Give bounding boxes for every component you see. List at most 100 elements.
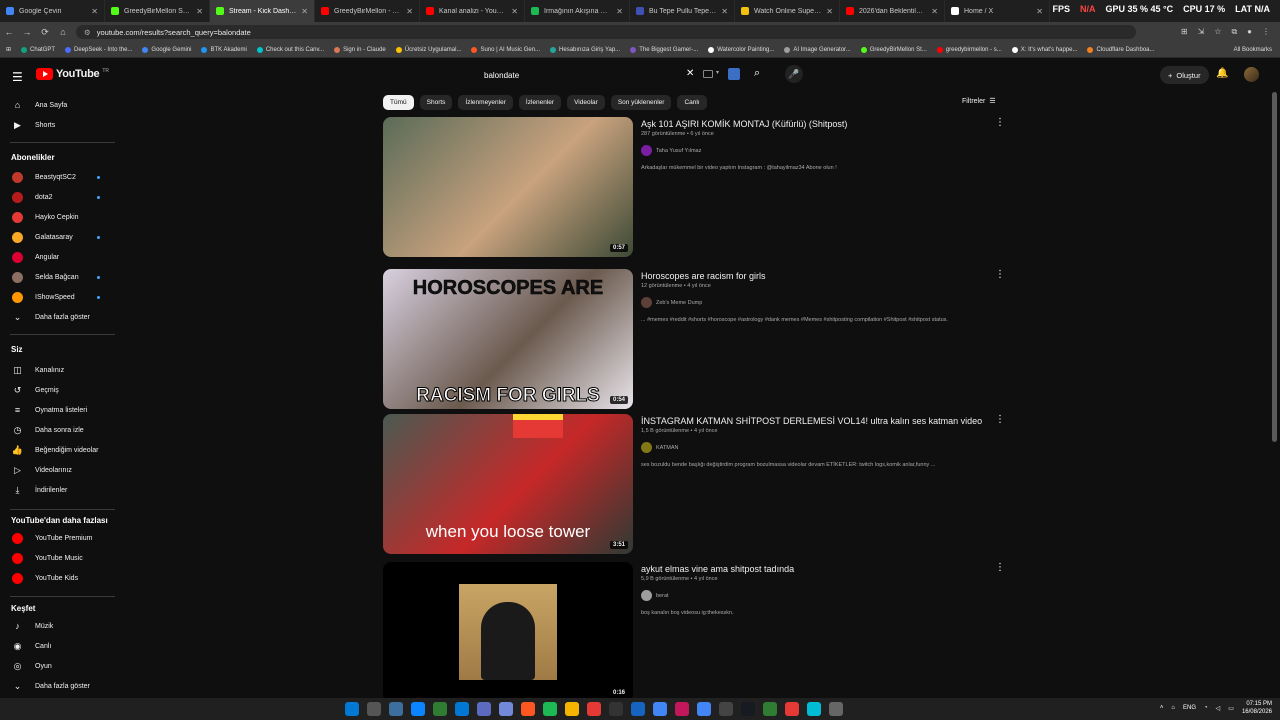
bookmark-item[interactable]: Watercolor Painting... (708, 46, 774, 53)
browser-tab[interactable]: Kanal analizi - YouTube St ✕ (420, 0, 525, 22)
sidebar-item-channel[interactable]: ◫ Kanalınız (0, 360, 114, 380)
tab-close-icon[interactable]: ✕ (721, 7, 728, 16)
apps-icon[interactable]: ⊞ (6, 46, 11, 53)
sidebar-youtube-app[interactable]: YouTube Kids (0, 568, 114, 588)
all-bookmarks-button[interactable]: All Bookmarks (1234, 47, 1280, 53)
filter-chip[interactable]: İzlenenler (518, 95, 562, 110)
sidebar-item-history[interactable]: ↺ Geçmiş (0, 380, 114, 400)
bookmark-item[interactable]: Hesabınıza Giriş Yap... (550, 46, 620, 53)
tab-close-icon[interactable]: ✕ (511, 7, 518, 16)
search-icon[interactable]: ⌕ (754, 67, 760, 80)
bookmark-item[interactable]: GreedyBirMellon St... (860, 46, 927, 53)
hamburger-menu-icon[interactable]: ☰ (12, 70, 23, 84)
filter-chip[interactable]: İzlenmeyenler (458, 95, 513, 110)
video-title[interactable]: Horoscopes are racism for girls (641, 271, 766, 281)
page-scrollbar[interactable] (1272, 92, 1277, 442)
star-icon[interactable]: ☆ (1214, 27, 1221, 37)
channel-link[interactable]: Zeb's Meme Dump (641, 297, 702, 308)
network-icon[interactable]: ⌂ (1171, 705, 1175, 711)
bookmark-item[interactable]: Cloudflare Dashboa... (1087, 46, 1155, 53)
bookmark-item[interactable]: ChatGPT (21, 46, 55, 53)
filter-chip[interactable]: Son yüklenenler (610, 95, 672, 110)
video-thumbnail[interactable]: HOROSCOPES ARE RACISM FOR GIRLS 0:54 (383, 269, 633, 409)
youtube-logo[interactable]: YouTube TR (36, 68, 109, 80)
sidebar-item-playlist[interactable]: ≡ Oynatma listeleri (0, 400, 114, 420)
keyboard-dropdown-icon[interactable]: ▾ (716, 69, 719, 76)
extensions-icon[interactable]: ⧉ (1231, 27, 1237, 37)
bookmark-item[interactable]: AI Image Generator... (784, 46, 851, 53)
home-icon[interactable]: ⌂ (54, 27, 72, 37)
clock[interactable]: 07:15 PM 16/08/2026 (1242, 700, 1272, 716)
sidebar-show-more[interactable]: ⌄ Daha fazla göster (0, 676, 114, 696)
account-avatar[interactable] (1244, 67, 1259, 82)
video-title[interactable]: Aşk 101 AŞIRI KOMİK MONTAJ (Küfürlü) (Sh… (641, 119, 847, 129)
steam-icon[interactable] (411, 702, 425, 716)
translate-icon[interactable]: ⊞ (1181, 27, 1188, 37)
video-thumbnail[interactable]: 0:57 (383, 117, 633, 257)
more-actions-icon[interactable]: ⋮ (995, 269, 1005, 280)
bookmark-item[interactable]: Check out this Canv... (256, 46, 324, 53)
windows-start-icon[interactable] (345, 702, 359, 716)
create-button[interactable]: + Oluştur (1160, 66, 1209, 84)
tab-close-icon[interactable]: ✕ (91, 7, 98, 16)
recorder-icon[interactable] (807, 702, 821, 716)
subscriptions-heading[interactable]: Abonelikler (11, 153, 55, 162)
discord-icon[interactable] (521, 702, 535, 716)
search-input[interactable]: balondate (476, 66, 702, 84)
filters-button[interactable]: Filtreler ☰ (962, 97, 996, 106)
notifications-bell-icon[interactable]: 🔔 (1216, 68, 1228, 79)
bookmark-item[interactable]: The Biggest Gamer-... (630, 46, 698, 53)
sidebar-subscription[interactable]: Angular (0, 247, 114, 267)
you-heading[interactable]: Siz (11, 345, 23, 354)
clear-search-icon[interactable]: ✕ (686, 68, 694, 79)
xbox-icon[interactable] (785, 702, 799, 716)
sidebar-youtube-app[interactable]: YouTube Premium (0, 528, 114, 548)
folder-icon[interactable] (587, 702, 601, 716)
sidebar-subscription[interactable]: Selda Bağcan (0, 267, 114, 287)
browser-tab[interactable]: Home / X ✕ (945, 0, 1050, 22)
steam-icon[interactable] (763, 702, 777, 716)
bookmark-item[interactable]: Suno | AI Music Gen... (471, 46, 540, 53)
game-icon[interactable] (543, 702, 557, 716)
lang-indicator[interactable]: ENG (1183, 705, 1196, 711)
sidebar-item-video[interactable]: ▷ Videolarınız (0, 460, 114, 480)
store-icon[interactable] (477, 702, 491, 716)
sidebar-item-download[interactable]: ⤓ İndirilenler (0, 480, 114, 500)
tab-close-icon[interactable]: ✕ (1036, 7, 1043, 16)
tab-close-icon[interactable]: ✕ (616, 7, 623, 16)
browser-tab[interactable]: Watch Online Supernatural ✕ (735, 0, 840, 22)
sidebar-item-live[interactable]: ◉ Canlı (0, 636, 114, 656)
tab-close-icon[interactable]: ✕ (826, 7, 833, 16)
video-title[interactable]: aykut elmas vine ama shitpost tadında (641, 564, 794, 574)
sidebar-subscription[interactable]: dota2 (0, 187, 114, 207)
bookmark-item[interactable]: BTK Akademi (201, 46, 247, 53)
reload-icon[interactable]: ⟳ (36, 27, 54, 38)
tab-close-icon[interactable]: ✕ (301, 7, 308, 16)
sidebar-youtube-app[interactable]: YouTube Music (0, 548, 114, 568)
filter-chip[interactable]: Shorts (419, 95, 453, 110)
bookmark-item[interactable]: Google Gemini (142, 46, 191, 53)
search-icon[interactable] (367, 702, 381, 716)
sidebar-item-clock[interactable]: ◷ Daha sonra izle (0, 420, 114, 440)
browser-tab[interactable]: Stream - Kick Dashboard ✕ (210, 0, 315, 22)
microphone-icon[interactable]: 🎤 (785, 65, 803, 83)
task-view-icon[interactable] (389, 702, 403, 716)
opera-icon[interactable] (609, 702, 623, 716)
app-icon[interactable] (741, 702, 755, 716)
bookmark-item[interactable]: DeepSeek - Into the... (65, 46, 132, 53)
edge-icon[interactable] (433, 702, 447, 716)
tab-close-icon[interactable]: ✕ (406, 7, 413, 16)
bookmark-item[interactable]: X: It's what's happe... (1011, 46, 1077, 53)
sidebar-item-home[interactable]: ⌂ Ana Sayfa (0, 95, 114, 115)
install-icon[interactable]: ⇲ (1198, 27, 1205, 37)
spotify-icon[interactable] (565, 702, 579, 716)
browser-tab[interactable]: Irmağının Akışına Ölürüm ✕ (525, 0, 630, 22)
app-icon[interactable] (719, 702, 733, 716)
menu-icon[interactable]: ⋮ (1262, 27, 1270, 37)
sidebar-subscription[interactable]: IShowSpeed (0, 287, 114, 307)
sidebar-subscription[interactable]: Hayko Cepkin (0, 207, 114, 227)
sidebar-subscription[interactable]: Galatasaray (0, 227, 114, 247)
obs-icon[interactable] (675, 702, 689, 716)
chrome-icon[interactable] (697, 702, 711, 716)
video-thumbnail[interactable]: 0:16 (383, 562, 633, 702)
